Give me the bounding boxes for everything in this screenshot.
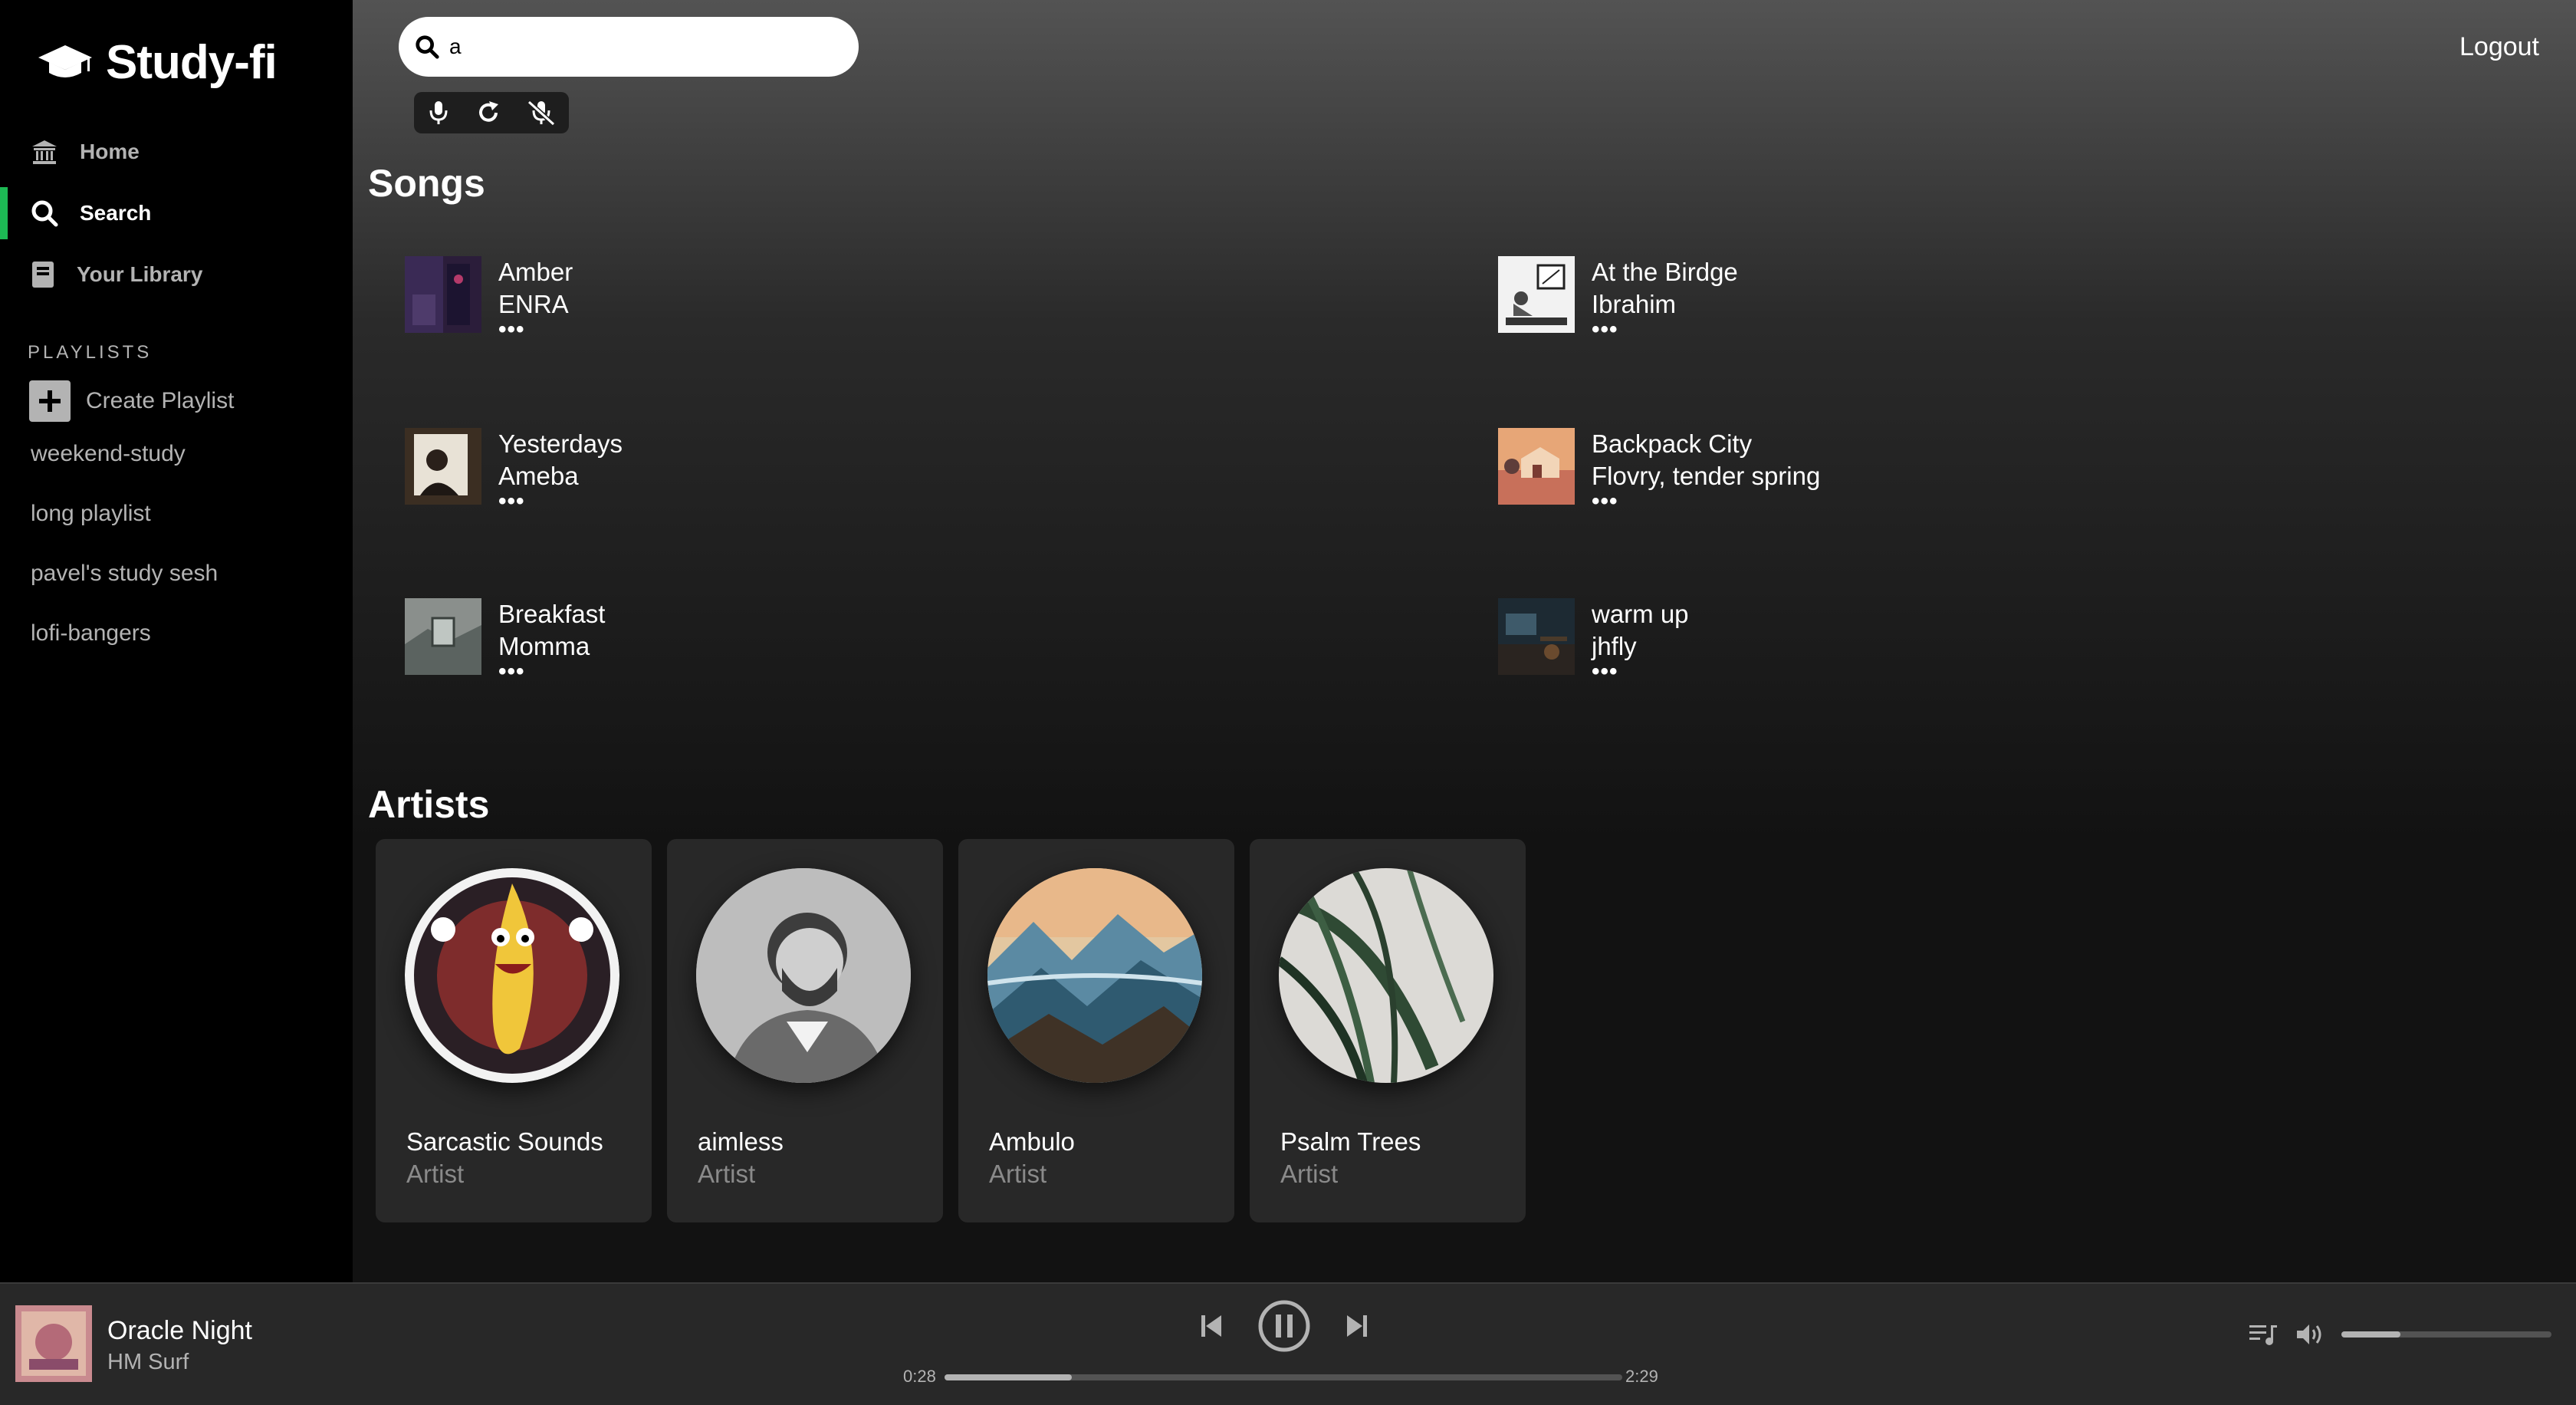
- now-playing-artist[interactable]: HM Surf: [107, 1350, 189, 1375]
- artist-type: Artist: [406, 1160, 465, 1188]
- sidebar: Study-fi Home Search Your Library PLAYLI…: [0, 0, 353, 1282]
- sidebar-item-library[interactable]: Your Library: [0, 244, 353, 305]
- artist-type: Artist: [989, 1160, 1047, 1188]
- more-options-icon[interactable]: •••: [498, 660, 605, 683]
- sidebar-playlist-item[interactable]: weekend-study: [31, 429, 218, 489]
- song-title: warm up: [1592, 600, 1689, 628]
- microphone-off-icon[interactable]: [527, 100, 556, 126]
- more-options-icon[interactable]: •••: [498, 318, 573, 341]
- artist-avatar: [405, 868, 619, 1083]
- song-artist: ENRA: [498, 290, 569, 318]
- duration-time: 2:29: [1625, 1367, 1658, 1386]
- search-icon: [416, 35, 439, 59]
- song-artist: Momma: [498, 632, 590, 660]
- artist-type: Artist: [698, 1160, 756, 1188]
- artist-name: Ambulo: [989, 1127, 1075, 1156]
- song-title: Backpack City: [1592, 429, 1753, 458]
- now-playing-art: [15, 1305, 92, 1382]
- playlist-list: weekend-study long playlist pavel's stud…: [31, 429, 218, 669]
- more-options-icon[interactable]: •••: [1592, 318, 1738, 341]
- create-playlist-button[interactable]: Create Playlist: [29, 380, 234, 422]
- song-artist: Ibrahim: [1592, 290, 1677, 318]
- artist-name: aimless: [698, 1127, 784, 1156]
- progress-fill: [945, 1374, 1073, 1380]
- album-art: [1498, 256, 1575, 333]
- more-options-icon[interactable]: •••: [1592, 660, 1689, 683]
- sidebar-item-label: Your Library: [77, 262, 203, 286]
- sidebar-item-label: Search: [80, 201, 152, 225]
- now-playing-title[interactable]: Oracle Night: [107, 1316, 252, 1346]
- album-art: [1498, 428, 1575, 505]
- elapsed-time: 0:28: [903, 1367, 936, 1386]
- sidebar-playlist-item[interactable]: pavel's study sesh: [31, 549, 218, 609]
- sidebar-playlist-item[interactable]: lofi-bangers: [31, 609, 218, 669]
- sidebar-item-home[interactable]: Home: [0, 121, 353, 183]
- sidebar-nav: Home Search Your Library: [0, 121, 353, 305]
- artist-type: Artist: [1280, 1160, 1339, 1188]
- artists-heading: Artists: [368, 783, 490, 826]
- skip-forward-icon[interactable]: [1344, 1312, 1368, 1340]
- refresh-icon[interactable]: [475, 100, 501, 126]
- song-artist: Ameba: [498, 462, 579, 490]
- sidebar-playlist-item[interactable]: long playlist: [31, 489, 218, 549]
- artist-card[interactable]: aimless Artist: [667, 839, 943, 1222]
- search-bar[interactable]: [399, 17, 859, 77]
- song-item[interactable]: At the Birdge Ibrahim •••: [1498, 256, 1738, 341]
- artist-avatar: [1279, 868, 1493, 1083]
- graduation-cap-icon: [38, 44, 92, 77]
- logout-button[interactable]: Logout: [2459, 32, 2539, 62]
- artist-card[interactable]: Psalm Trees Artist: [1250, 839, 1526, 1222]
- album-art: [405, 428, 481, 505]
- song-item[interactable]: Amber ENRA •••: [405, 256, 573, 341]
- microphone-icon[interactable]: [427, 100, 450, 126]
- search-icon: [31, 200, 58, 227]
- playlists-header: PLAYLISTS: [28, 342, 153, 363]
- library-icon: [32, 262, 54, 288]
- volume-icon[interactable]: [2295, 1322, 2326, 1347]
- playback-controls: [1200, 1299, 1368, 1353]
- song-item[interactable]: warm up jhfly •••: [1498, 598, 1689, 683]
- sidebar-item-label: Home: [80, 140, 140, 163]
- artist-avatar: [987, 868, 1202, 1083]
- progress-bar[interactable]: [945, 1374, 1622, 1380]
- extra-controls: [2248, 1322, 2551, 1347]
- song-title: Breakfast: [498, 600, 606, 628]
- song-title: Amber: [498, 258, 573, 286]
- plus-icon: [29, 380, 71, 422]
- skip-back-icon[interactable]: [1200, 1312, 1224, 1340]
- songs-heading: Songs: [368, 162, 485, 205]
- home-icon: [32, 140, 57, 164]
- volume-slider[interactable]: [2341, 1331, 2551, 1338]
- artist-card[interactable]: Ambulo Artist: [958, 839, 1234, 1222]
- create-playlist-label: Create Playlist: [86, 388, 235, 413]
- song-artist: Flovry, tender spring: [1592, 462, 1821, 490]
- more-options-icon[interactable]: •••: [498, 490, 623, 513]
- sidebar-item-search[interactable]: Search: [0, 183, 353, 244]
- app-logo[interactable]: Study-fi: [37, 35, 278, 90]
- queue-icon[interactable]: [2248, 1322, 2279, 1347]
- artist-avatar: [696, 868, 911, 1083]
- more-options-icon[interactable]: •••: [1592, 490, 1820, 513]
- album-art: [405, 598, 481, 675]
- volume-fill: [2341, 1331, 2400, 1338]
- artist-name: Psalm Trees: [1280, 1127, 1421, 1156]
- search-input[interactable]: [448, 34, 834, 60]
- song-item[interactable]: Breakfast Momma •••: [405, 598, 606, 683]
- song-artist: jhfly: [1592, 632, 1637, 660]
- album-art: [405, 256, 481, 333]
- voice-controls: [414, 92, 569, 133]
- main-content: Logout Songs Amber ENRA ••• At the Birdg…: [353, 0, 2576, 1282]
- artist-card[interactable]: Sarcastic Sounds Artist: [376, 839, 652, 1222]
- song-item[interactable]: Yesterdays Ameba •••: [405, 428, 623, 513]
- album-art: [1498, 598, 1575, 675]
- song-item[interactable]: Backpack City Flovry, tender spring •••: [1498, 428, 1821, 513]
- artist-name: Sarcastic Sounds: [406, 1127, 603, 1156]
- pause-icon[interactable]: [1257, 1299, 1311, 1353]
- song-title: At the Birdge: [1592, 258, 1738, 286]
- player-bar: Oracle Night HM Surf 0:28 2:29: [0, 1282, 2576, 1405]
- song-title: Yesterdays: [498, 429, 623, 458]
- app-name: Study-fi: [106, 36, 278, 89]
